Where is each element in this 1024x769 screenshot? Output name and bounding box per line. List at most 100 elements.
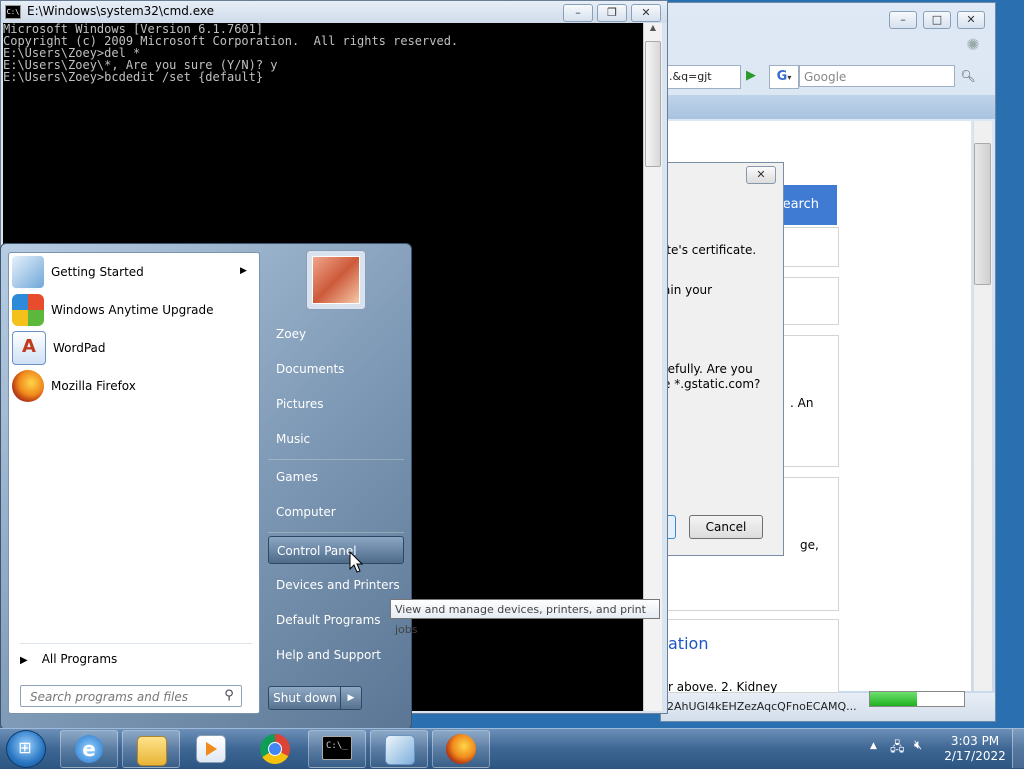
start-item-computer[interactable]: Computer (268, 498, 404, 526)
play-icon (206, 742, 217, 756)
start-item-label: Computer (276, 505, 336, 519)
shutdown-options-button[interactable]: ▶ (340, 686, 362, 710)
status-url: 2AhUGl4kEHZezAqcQFnoECAMQ... (667, 700, 857, 713)
program-mozilla-firefox[interactable]: Mozilla Firefox (12, 368, 254, 404)
start-item-documents[interactable]: Documents (268, 355, 404, 383)
cmd-minimize-button[interactable]: – (563, 4, 593, 22)
getting-started-icon (12, 256, 44, 288)
program-getting-started[interactable]: Getting Started (12, 254, 254, 290)
chrome-icon[interactable] (260, 734, 290, 764)
page-progress (869, 691, 965, 707)
divider (268, 532, 404, 533)
url-text: 1.&q=gjt (662, 70, 712, 83)
tooltip: View and manage devices, printers, and p… (390, 599, 660, 636)
result-title[interactable]: ation (668, 634, 708, 653)
cmd-icon: C:\ (5, 5, 21, 19)
start-item-default-programs[interactable]: Default Programs (268, 606, 404, 634)
start-item-label: Documents (276, 362, 345, 376)
taskbar-cmd[interactable]: C:\_ (308, 730, 366, 768)
tab-strip (661, 95, 995, 119)
start-item-devices-and-printers[interactable]: Devices and Printers (268, 571, 404, 599)
shutdown-button[interactable]: Shut down (268, 686, 342, 710)
result-snippet: ge, (800, 538, 819, 552)
maximize-button[interactable]: □ (923, 11, 951, 29)
cmd-close-button[interactable]: ✕ (631, 4, 661, 22)
start-item-music[interactable]: Music (268, 425, 404, 453)
certificate-dialog: ite's certificate. ain your refully. Are… (660, 162, 784, 556)
clock-date: 2/17/2022 (944, 749, 1006, 763)
getting-started-icon (385, 735, 415, 765)
start-item-pictures[interactable]: Pictures (268, 390, 404, 418)
dialog-text: refully. Are you (663, 362, 753, 376)
arrow-right-icon: ▶ (20, 655, 28, 666)
cmd-icon-text: C:\ (6, 8, 20, 16)
program-windows-anytime-upgrade[interactable]: Windows Anytime Upgrade (12, 292, 254, 328)
arrow-right-icon: ▶ (347, 693, 355, 703)
submenu-arrow-icon[interactable]: ▶ (240, 266, 247, 276)
cancel-button[interactable]: Cancel (689, 515, 763, 539)
network-icon[interactable]: 🖧 (890, 738, 908, 755)
dialog-text: ain your (663, 283, 713, 297)
clock[interactable]: 3:03 PM 2/17/2022 (944, 734, 1006, 764)
start-item-help-and-support[interactable]: Help and Support (268, 641, 404, 669)
start-item-label: Default Programs (276, 613, 381, 627)
start-item-user[interactable]: Zoey (268, 320, 404, 348)
url-bar[interactable]: 1.&q=gjt (661, 65, 741, 89)
close-icon: ✕ (756, 168, 766, 181)
program-label: WordPad (53, 341, 106, 355)
progress-fill (870, 692, 917, 706)
program-label: Mozilla Firefox (51, 379, 136, 393)
divider (20, 643, 252, 644)
browser-search-input[interactable]: Google (799, 65, 955, 87)
shutdown-label: Shut down (273, 691, 337, 705)
dialog-text: e *.gstatic.com? (663, 377, 761, 391)
start-item-label: Help and Support (276, 648, 381, 662)
minimize-button[interactable]: – (889, 11, 917, 29)
clock-time: 3:03 PM (950, 734, 1000, 748)
start-item-label: Music (276, 432, 311, 446)
wordpad-icon: A (12, 331, 46, 365)
windows-logo-icon: ⊞ (18, 738, 32, 757)
cmd-titlebar[interactable]: C:\ E:\Windows\system32\cmd.exe – ❐ ✕ (1, 1, 667, 23)
program-wordpad[interactable]: A WordPad (12, 330, 254, 366)
avatar[interactable] (312, 256, 360, 304)
start-item-control-panel[interactable]: Control Panel (268, 536, 404, 564)
program-label: Windows Anytime Upgrade (51, 303, 214, 317)
magnifier-icon[interactable]: 🔍︎ (957, 65, 979, 87)
taskbar-getting-started[interactable] (370, 730, 428, 768)
search-engine-icon[interactable]: G▾ (769, 65, 799, 89)
cmd-taskbar-icon: C:\_ (322, 736, 352, 760)
internet-explorer-icon: e (75, 735, 103, 763)
media-player-icon[interactable] (196, 735, 226, 763)
start-item-games[interactable]: Games (268, 463, 404, 491)
start-item-label: Pictures (276, 397, 324, 411)
taskbar-explorer[interactable] (122, 730, 180, 768)
cmd-title: E:\Windows\system32\cmd.exe (27, 4, 214, 18)
result-snippet: . An (790, 396, 814, 410)
search-engine-letter: G (776, 69, 788, 84)
chrome-center-icon (268, 742, 282, 756)
all-programs-button[interactable]: ▶ All Programs (20, 649, 252, 669)
cmd-restore-button[interactable]: ❐ (597, 4, 627, 22)
go-arrow-icon[interactable]: ▶ (741, 65, 761, 87)
result-snippet: r above. 2. Kidney (668, 680, 778, 694)
cmd-scroll-thumb[interactable] (645, 41, 661, 167)
console-line: E:\Users\Zoey>bcdedit /set {default} (3, 70, 264, 84)
show-desktop-button[interactable] (1012, 729, 1024, 768)
result-card: ation r above. 2. Kidney (661, 619, 839, 694)
browser-scroll-thumb[interactable] (974, 143, 991, 285)
browser-search-placeholder: Google (804, 70, 847, 84)
start-search-placeholder: Search programs and files (30, 690, 188, 704)
volume-muted-icon[interactable]: 🔇︎ (914, 738, 934, 754)
close-button[interactable]: ✕ (957, 11, 985, 29)
throbber-icon: ✺ (966, 35, 980, 54)
cancel-label: Cancel (705, 520, 747, 534)
taskbar-firefox[interactable] (432, 730, 490, 768)
search-icon[interactable]: ⚲ (220, 688, 238, 704)
folder-icon (137, 736, 167, 766)
mouse-cursor-icon (349, 551, 363, 573)
taskbar-internet-explorer[interactable]: e (60, 730, 118, 768)
scroll-up-icon[interactable]: ▲ (644, 23, 662, 32)
dialog-close-button[interactable]: ✕ (746, 166, 776, 184)
show-hidden-icons-icon[interactable]: ▲ (870, 741, 877, 751)
